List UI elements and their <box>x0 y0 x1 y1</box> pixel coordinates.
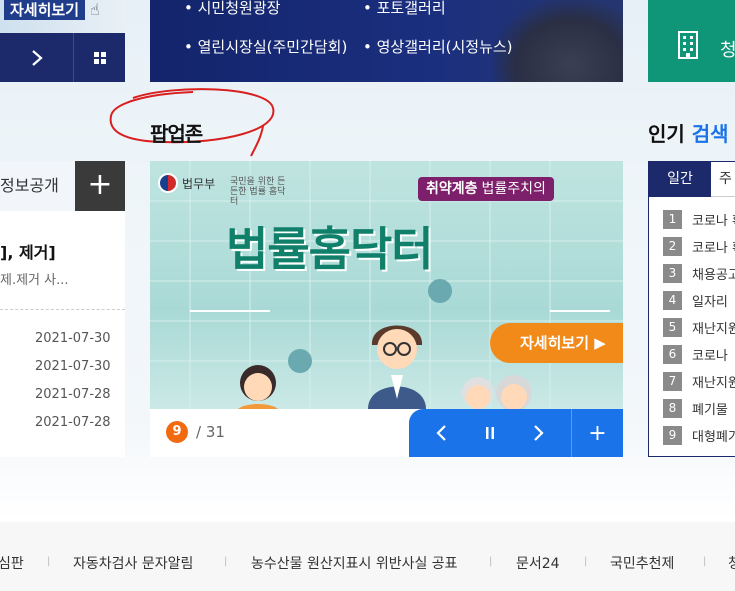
keyword-rank: 1 <box>663 210 682 229</box>
separator: | <box>47 556 51 567</box>
tagline-a: 취약계층 <box>426 181 478 197</box>
footer-link[interactable]: 심판 <box>0 553 24 573</box>
banner-link-photo-gallery[interactable]: 포토갤러리 <box>363 0 446 18</box>
more-plus-button[interactable]: + <box>75 161 125 211</box>
keyword-text: 재난지원 <box>692 322 735 337</box>
post-date: 2021-07-30 <box>35 331 111 346</box>
footer-link[interactable]: 청 <box>728 553 735 573</box>
keyword-item[interactable]: 3 채용공고 <box>663 264 735 283</box>
footer-link[interactable]: 농수산물 원산지표시 위반사실 공표 <box>251 553 458 573</box>
building-icon <box>676 30 700 67</box>
footer-link[interactable]: 자동차검사 문자알림 <box>73 553 193 573</box>
lawyer-illustration <box>368 325 426 409</box>
keyword-rank: 6 <box>663 345 682 364</box>
popular-search-title: 인기 검색 <box>648 118 729 147</box>
popup-detail-button[interactable]: 자세히보기 ▶ <box>490 323 623 363</box>
plus-icon: + <box>588 420 607 446</box>
keyword-rank: 4 <box>663 291 682 310</box>
top-left-control-bar <box>0 33 125 82</box>
tab-info-disclosure[interactable]: 정보공개 <box>0 161 75 211</box>
info-disclosure-panel: 정보공개 + ], 제거] 제.제거 사... 2021-07-30 2021-… <box>0 161 125 457</box>
keyword-rank: 8 <box>663 399 682 418</box>
next-button[interactable] <box>0 33 74 82</box>
keyword-item[interactable]: 6 코로나 <box>663 345 728 364</box>
footer-link[interactable]: 국민추천제 <box>610 553 674 573</box>
popular-title-part-a: 인기 <box>648 122 685 146</box>
view-all-button[interactable] <box>74 33 125 82</box>
separator: | <box>489 556 493 567</box>
keyword-rank: 3 <box>663 264 682 283</box>
keyword-rank: 2 <box>663 237 682 256</box>
keyword-item[interactable]: 2 코로나 확 <box>663 237 735 256</box>
keyword-item[interactable]: 5 재난지원 <box>663 318 735 337</box>
total-pages: / 31 <box>196 423 225 441</box>
footer-link-bar: 심판 | 자동차검사 문자알림 | 농수산물 원산지표시 위반사실 공표 | 문… <box>0 522 735 591</box>
keyword-rank: 7 <box>663 372 682 391</box>
keyword-text: 코로나 확 <box>692 241 735 256</box>
banner-link-video-gallery[interactable]: 영상갤러리(시정뉴스) <box>363 36 513 57</box>
separator: | <box>584 556 588 567</box>
popup-zone: 법무부 국민을 위한 든든한 법률 홈닥터 취약계층 법률주치의 법률홈닥터 자세… <box>150 161 623 457</box>
top-left-more-label[interactable]: 자세히보기 <box>4 0 86 20</box>
tab-daily[interactable]: 일간 <box>649 162 711 197</box>
keyword-rank: 5 <box>663 318 682 337</box>
moj-name: 법무부 <box>182 176 216 191</box>
keyword-rank: 9 <box>663 426 682 445</box>
chevron-left-icon <box>436 425 446 441</box>
green-box-label: 청 <box>720 40 735 61</box>
citizen-services-banner: 시민청원광장 포토갤러리 열린시장실(주민간담회) 영상갤러리(시정뉴스) <box>150 0 623 82</box>
moj-logo: 법무부 <box>158 173 215 193</box>
keyword-text: 대형폐기 <box>692 430 735 445</box>
current-page-badge: 9 <box>166 421 188 443</box>
elderly-couple-illustration <box>462 375 532 409</box>
chevron-right-icon <box>534 425 544 441</box>
featured-post-summary: 제.제거 사... <box>0 273 69 288</box>
keyword-text: 일자리 <box>692 295 728 310</box>
separator: | <box>703 556 707 567</box>
popup-controls: + <box>409 409 623 457</box>
post-date: 2021-07-30 <box>35 359 111 374</box>
popup-tagline: 취약계층 법률주치의 <box>418 177 554 201</box>
divider <box>0 309 125 310</box>
featured-post-title[interactable]: ], 제거] <box>0 239 56 263</box>
keyword-item[interactable]: 9 대형폐기 <box>663 426 735 445</box>
keyword-item[interactable]: 1 코로나 확 <box>663 210 735 229</box>
popup-headline: 법률홈닥터 <box>226 222 434 276</box>
plus-icon: + <box>87 167 113 202</box>
chevron-right-icon <box>31 49 43 66</box>
moj-slogan: 국민을 위한 든든한 법률 홈닥터 <box>230 177 286 207</box>
keyword-text: 폐기물 <box>692 403 728 418</box>
keyword-item[interactable]: 7 재난지원 <box>663 372 735 391</box>
popup-banner-image[interactable]: 법무부 국민을 위한 든든한 법률 홈닥터 취약계층 법률주치의 법률홈닥터 자세… <box>150 161 623 409</box>
government-emblem-icon <box>158 173 178 193</box>
banner-link-petition[interactable]: 시민청원광장 <box>184 0 281 18</box>
popup-more-button[interactable]: + <box>571 409 623 457</box>
pause-icon <box>486 427 494 439</box>
tab-weekly[interactable]: 주 <box>711 162 735 197</box>
prev-button[interactable] <box>409 409 473 457</box>
tagline-b: 법률주치의 <box>481 181 546 197</box>
banner-link-open-mayor-office[interactable]: 열린시장실(주민간담회) <box>184 36 348 57</box>
keyword-text: 코로나 확 <box>692 214 735 229</box>
separator: | <box>224 556 228 567</box>
popup-zone-title: 팝업존 <box>150 122 203 146</box>
top-left-banner-image: 자세히보기 ☝ <box>0 0 125 33</box>
girl-illustration <box>238 365 278 409</box>
pause-button[interactable] <box>473 409 507 457</box>
post-date: 2021-07-28 <box>35 387 111 402</box>
keyword-item[interactable]: 4 일자리 <box>663 291 728 310</box>
popular-keywords-panel: 일간 주 1 코로나 확 2 코로나 확 3 채용공고 4 일자리 5 재난지원 6 코로나… <box>648 161 735 457</box>
keyword-text: 재난지원 <box>692 376 735 391</box>
keyword-text: 코로나 <box>692 349 728 364</box>
hand-pointer-icon: ☝ <box>90 0 100 19</box>
keyword-item[interactable]: 8 폐기물 <box>663 399 728 418</box>
green-service-box[interactable]: 청 <box>648 0 735 82</box>
popup-pager: 9 / 31 <box>166 421 225 443</box>
popular-title-part-b: 검색 <box>691 122 729 146</box>
next-button[interactable] <box>507 409 571 457</box>
keyword-text: 채용공고 <box>692 268 735 283</box>
footer-link[interactable]: 문서24 <box>516 553 560 573</box>
post-date: 2021-07-28 <box>35 415 111 430</box>
grid-icon <box>93 51 106 64</box>
